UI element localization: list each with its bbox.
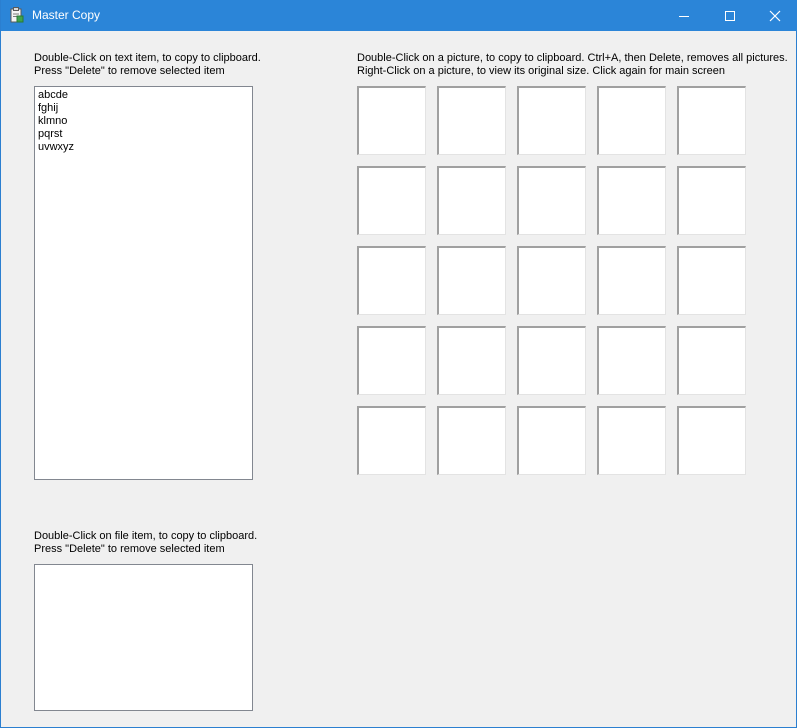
- picture-slot[interactable]: [357, 86, 426, 155]
- text-instruction-delete: Press "Delete" to remove selected item: [34, 65, 225, 77]
- picture-slot[interactable]: [357, 246, 426, 315]
- text-list-item[interactable]: pqrst: [38, 128, 249, 141]
- clipboard-app-icon: [10, 7, 24, 23]
- text-list-item[interactable]: fghij: [38, 102, 249, 115]
- file-instruction-copy: Double-Click on file item, to copy to cl…: [34, 530, 258, 542]
- picture-slot[interactable]: [597, 246, 666, 315]
- picture-instruction-copy: Double-Click on a picture, to copy to cl…: [357, 52, 788, 64]
- picture-slot[interactable]: [597, 86, 666, 155]
- text-instruction-copy: Double-Click on text item, to copy to cl…: [34, 52, 261, 64]
- picture-slot[interactable]: [677, 86, 746, 155]
- picture-slot[interactable]: [437, 86, 506, 155]
- picture-slot[interactable]: [357, 326, 426, 395]
- text-list-item[interactable]: uvwxyz: [38, 141, 249, 154]
- file-items-list[interactable]: [34, 564, 253, 711]
- picture-grid: [357, 86, 747, 476]
- window-title: Master Copy: [32, 8, 101, 22]
- picture-slot[interactable]: [677, 166, 746, 235]
- main-window: Master Copy Double-Click on text item, t…: [0, 0, 797, 728]
- picture-slot[interactable]: [517, 166, 586, 235]
- maximize-icon: [725, 10, 735, 21]
- picture-slot[interactable]: [437, 166, 506, 235]
- picture-slot[interactable]: [437, 246, 506, 315]
- text-list-item[interactable]: klmno: [38, 115, 249, 128]
- file-instruction-delete: Press "Delete" to remove selected item: [34, 543, 225, 555]
- picture-slot[interactable]: [517, 406, 586, 475]
- picture-slot[interactable]: [677, 406, 746, 475]
- maximize-button[interactable]: [707, 0, 753, 31]
- picture-slot[interactable]: [437, 326, 506, 395]
- picture-slot[interactable]: [517, 326, 586, 395]
- minimize-button[interactable]: [661, 0, 707, 31]
- close-button[interactable]: [752, 0, 797, 31]
- text-items-list[interactable]: abcde fghij klmno pqrst uvwxyz: [34, 86, 253, 480]
- picture-instruction-view: Right-Click on a picture, to view its or…: [357, 65, 726, 77]
- picture-slot[interactable]: [517, 86, 586, 155]
- picture-slot[interactable]: [357, 166, 426, 235]
- close-icon: [769, 10, 781, 21]
- picture-slot[interactable]: [517, 246, 586, 315]
- minimize-icon: [679, 15, 689, 17]
- text-list-item[interactable]: abcde: [38, 89, 249, 102]
- picture-slot[interactable]: [677, 326, 746, 395]
- picture-slot[interactable]: [597, 326, 666, 395]
- picture-slot[interactable]: [357, 406, 426, 475]
- picture-slot[interactable]: [677, 246, 746, 315]
- picture-slot[interactable]: [597, 166, 666, 235]
- picture-slot[interactable]: [597, 406, 666, 475]
- picture-slot[interactable]: [437, 406, 506, 475]
- title-bar[interactable]: Master Copy: [1, 0, 797, 31]
